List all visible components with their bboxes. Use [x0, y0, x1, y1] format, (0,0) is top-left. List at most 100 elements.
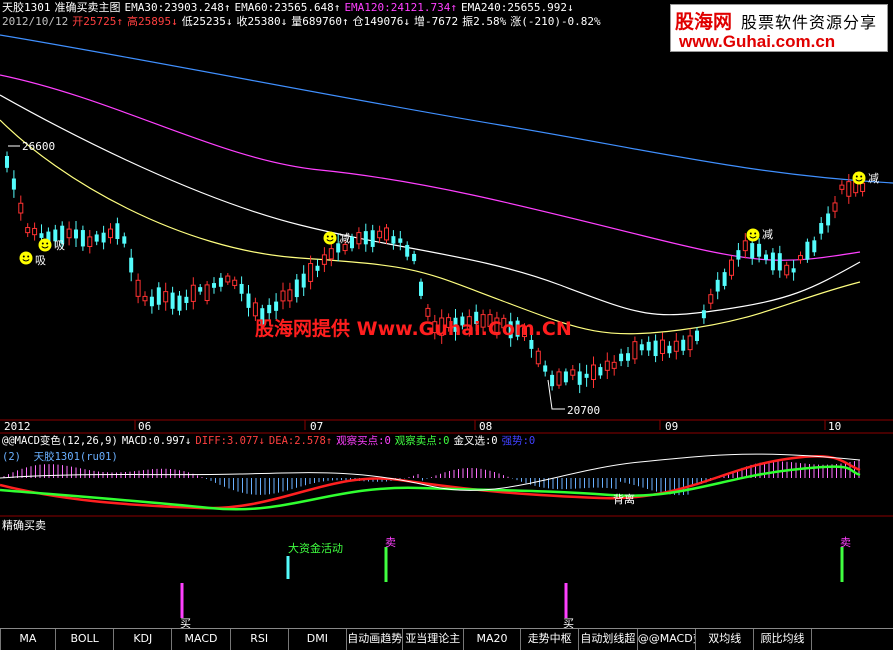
candlestick: [839, 180, 845, 195]
candlestick: [832, 195, 838, 219]
candlestick: [66, 221, 72, 246]
tab-kdj[interactable]: KDJ: [114, 629, 173, 650]
macd-header-item: 强势:0: [501, 435, 536, 447]
candlestick: [246, 284, 251, 317]
macd-header-item: DIFF:3.077↓: [195, 435, 265, 447]
smiley-icon: [38, 238, 52, 255]
tab-adam-theory[interactable]: 亚当理论主: [403, 629, 464, 650]
tab-rsi[interactable]: RSI: [231, 629, 289, 650]
tab-ma20[interactable]: MA20: [464, 629, 522, 650]
candlestick: [405, 241, 410, 261]
candlestick: [204, 281, 210, 305]
tab-guppy-ma[interactable]: 顾比均线: [754, 629, 812, 650]
candlestick: [287, 282, 293, 308]
candlestick: [101, 225, 106, 250]
time-label: 09: [665, 420, 679, 433]
candlestick: [563, 368, 568, 386]
candlestick: [764, 250, 768, 265]
time-label: 2012: [4, 420, 31, 433]
tab-trend-center[interactable]: 走势中枢: [521, 629, 580, 650]
tab-auto-line[interactable]: 自动划线超: [579, 629, 638, 650]
candlestick: [301, 265, 306, 297]
candlestick: [632, 336, 638, 364]
candlestick: [32, 222, 38, 241]
candlestick: [177, 291, 182, 316]
macd-header-item: 金叉选:0: [453, 435, 498, 447]
tab-double-ma[interactable]: 双均线: [696, 629, 755, 650]
sell-label: 卖: [840, 536, 851, 549]
candlestick: [819, 217, 824, 240]
macd-header-item: DEA:2.578↑: [268, 435, 333, 447]
candlestick: [363, 223, 368, 252]
candlestick: [687, 328, 693, 358]
candlestick: [791, 260, 796, 281]
tab-boll[interactable]: BOLL: [56, 629, 115, 650]
candlestick: [5, 151, 9, 173]
candlestick: [777, 245, 782, 278]
candlestick: [315, 259, 320, 278]
watermark: 股海网提供 Www.Guhai.Com.CN: [255, 318, 572, 340]
candlestick: [198, 283, 203, 295]
tab-ma[interactable]: MA: [0, 629, 56, 650]
ema240-line: [0, 34, 893, 184]
ema30-line: [0, 119, 861, 335]
candlestick: [115, 217, 120, 245]
candlestick: [149, 289, 154, 314]
tab-dmi[interactable]: DMI: [289, 629, 348, 650]
big-money-label: 大资金活动: [288, 542, 343, 555]
candlestick: [184, 289, 189, 311]
signal-label: 减: [868, 172, 879, 185]
time-label: 06: [138, 420, 152, 433]
candlestick: [570, 365, 576, 381]
tab-auto-trend[interactable]: 自动画趋势: [347, 629, 403, 650]
candlestick: [239, 276, 244, 302]
divergence-label: 背离: [613, 493, 635, 506]
signal-label: 吸: [54, 239, 65, 252]
candlestick: [18, 195, 24, 221]
candlestick: [294, 274, 299, 303]
candlestick: [646, 336, 651, 356]
candlestick: [639, 339, 644, 356]
tab-macd[interactable]: MACD: [172, 629, 231, 650]
candlestick: [784, 261, 790, 279]
candlestick: [653, 334, 658, 363]
ema60-line: [0, 94, 861, 316]
macd-header-item: 观察买点:0: [336, 435, 391, 447]
ema120-line: [0, 74, 861, 261]
tab-macd-color[interactable]: @@MACD变色: [638, 629, 697, 650]
candlestick: [412, 250, 417, 265]
candlestick: [826, 206, 831, 233]
candlestick: [556, 368, 562, 389]
candlestick: [419, 278, 423, 300]
candlestick: [156, 282, 161, 310]
candlestick: [108, 223, 113, 244]
candlestick: [232, 276, 238, 290]
macd-indicator: [0, 453, 861, 511]
candlestick: [391, 230, 396, 250]
candlestick: [142, 291, 148, 306]
candlestick: [11, 170, 16, 198]
macd-header: @@MACD变色(12,26,9) MACD:0.997↓ DIFF:3.077↓ D…: [2, 434, 539, 448]
candlestick: [619, 348, 624, 367]
macd-header-item: @@MACD变色(12,26,9): [2, 435, 118, 447]
candlestick: [80, 225, 85, 251]
candlestick: [535, 347, 541, 368]
smiley-icon: [19, 251, 33, 268]
candlestick: [135, 273, 141, 304]
candlestick: [584, 364, 589, 387]
candlestick: [25, 223, 31, 238]
tab-bar-filler: [812, 629, 893, 650]
candlestick: [695, 327, 699, 345]
signal-label: 减: [339, 232, 350, 245]
indicator-tab-bar: MA BOLL KDJ MACD RSI DMI 自动画趋势 亚当理论主 MA2…: [0, 628, 893, 650]
candlestick: [377, 225, 383, 244]
candlestick: [225, 273, 231, 285]
candlestick: [667, 341, 672, 358]
candlestick: [673, 333, 679, 360]
candlestick: [626, 346, 630, 367]
candlestick: [798, 251, 803, 264]
signal-bars: [180, 547, 844, 618]
signal-label: 减: [762, 228, 773, 241]
candlestick: [190, 277, 196, 310]
candlestick: [384, 223, 389, 244]
